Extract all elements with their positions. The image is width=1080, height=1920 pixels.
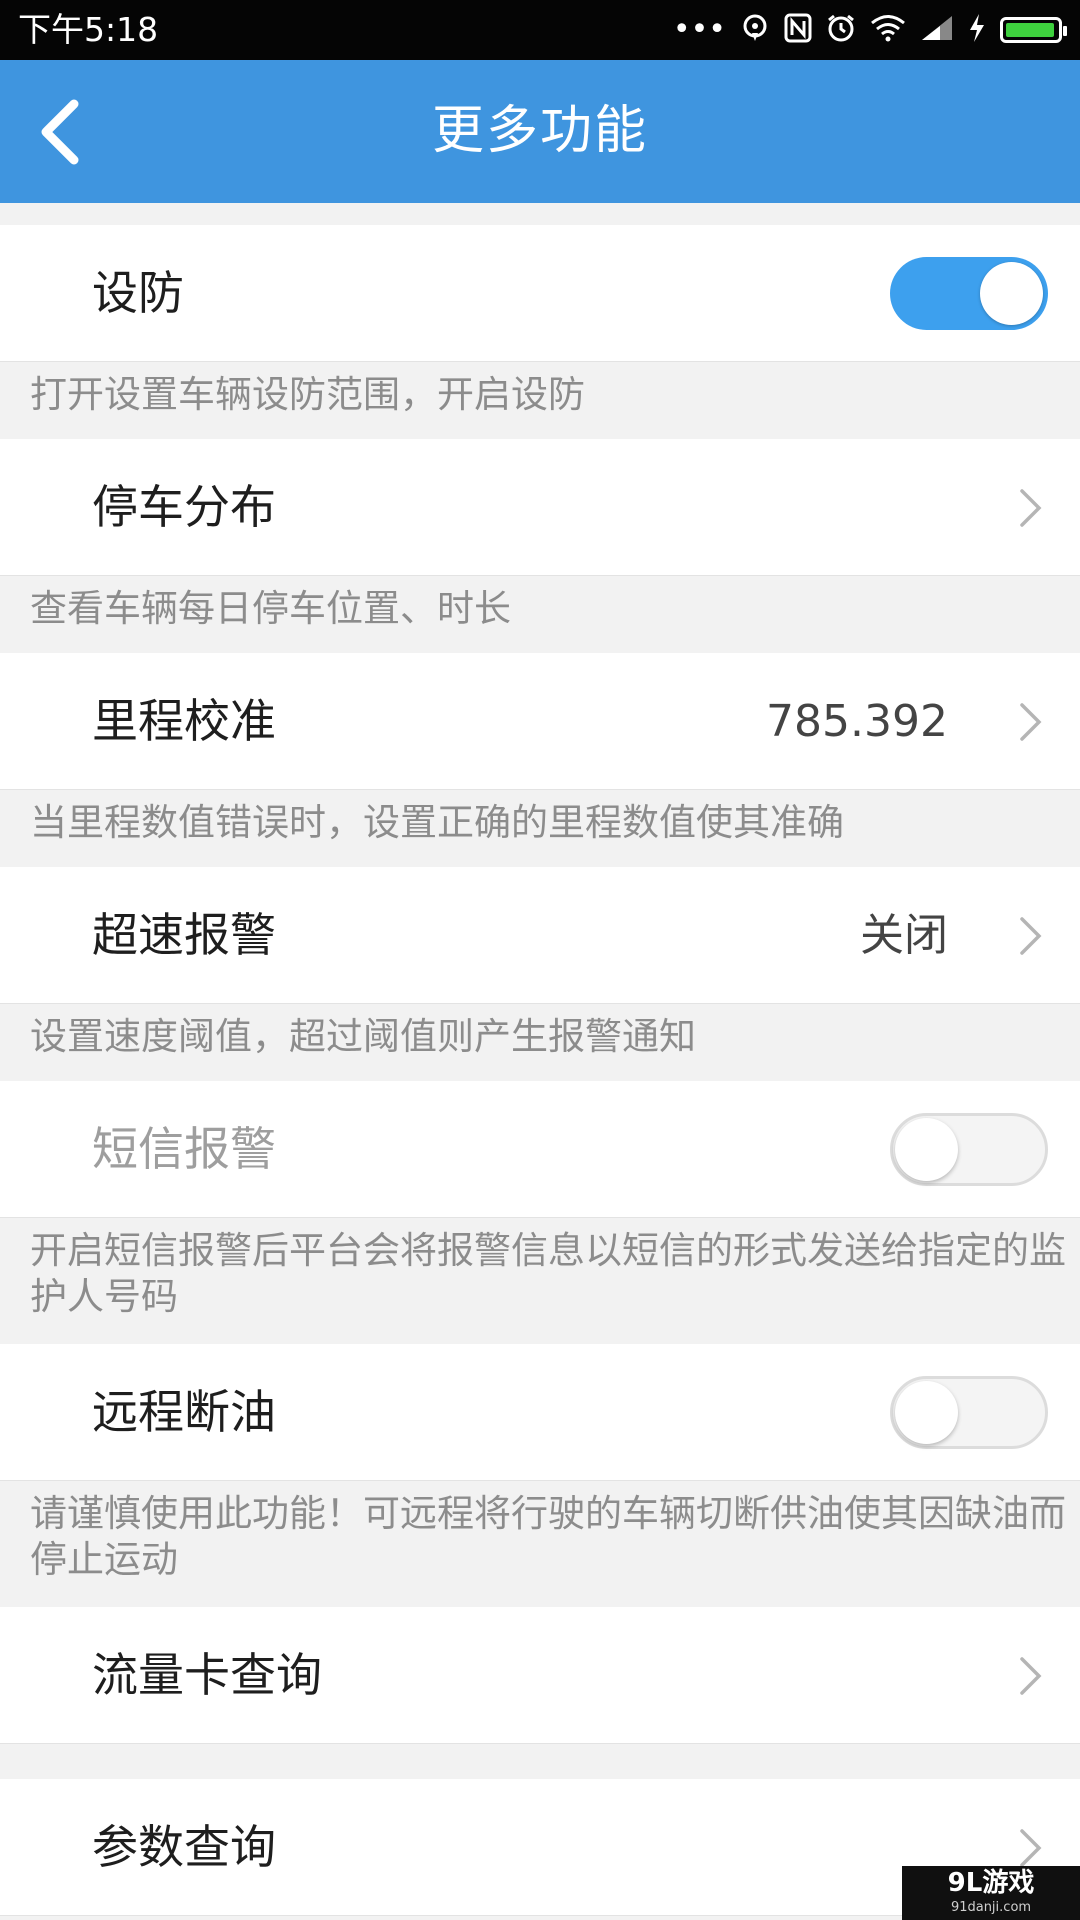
row-arming: 设防 — [0, 225, 1080, 362]
row-description: 查看车辆每日停车位置、时长 — [0, 576, 1080, 653]
row-label: 设防 — [92, 266, 184, 320]
row-overspeed[interactable]: 超速报警 关闭 — [0, 867, 1080, 1004]
row-description: 打开设置车辆设防范围，开启设防 — [0, 362, 1080, 439]
row-fuel-cut: 远程断油 — [0, 1344, 1080, 1481]
row-label: 短信报警 — [92, 1122, 276, 1176]
mileage-value: 785.392 — [766, 696, 948, 747]
sms-alarm-switch[interactable] — [890, 1113, 1048, 1186]
back-button[interactable] — [24, 90, 108, 174]
more-dots-icon: ••• — [672, 12, 726, 47]
screen: 下午5:18 ••• 更多功能 设防 打开设置车辆设防范围，开启设防 停车分布 … — [0, 0, 1080, 1920]
row-parking[interactable]: 停车分布 — [0, 439, 1080, 576]
fuel-cut-switch[interactable] — [890, 1376, 1048, 1449]
row-sms-alarm: 短信报警 — [0, 1081, 1080, 1218]
feature-list: 设防 打开设置车辆设防范围，开启设防 停车分布 查看车辆每日停车位置、时长 里程… — [0, 203, 1080, 1916]
arming-switch[interactable] — [890, 257, 1048, 330]
wifi-icon — [870, 14, 906, 46]
nfc-icon — [784, 13, 812, 47]
row-description: 当里程数值错误时，设置正确的里程数值使其准确 — [0, 790, 1080, 867]
hotspot-icon — [740, 13, 770, 47]
watermark-sub: 91danji.com — [950, 1900, 1032, 1915]
battery-icon — [1000, 17, 1067, 43]
signal-icon — [920, 14, 954, 46]
row-mileage[interactable]: 里程校准 785.392 — [0, 653, 1080, 790]
row-label: 超速报警 — [92, 908, 276, 962]
row-label: 流量卡查询 — [92, 1648, 322, 1702]
status-time: 下午5:18 — [18, 10, 159, 49]
row-description: 设置速度阈值，超过阈值则产生报警通知 — [0, 1004, 1080, 1081]
page-title: 更多功能 — [431, 101, 648, 161]
row-label: 停车分布 — [92, 480, 276, 534]
back-arrow-icon — [41, 99, 79, 165]
overspeed-value: 关闭 — [860, 910, 948, 961]
watermark-main: 9L游戏 — [947, 1868, 1035, 1898]
charging-icon — [968, 13, 986, 47]
alarm-icon — [826, 13, 856, 47]
row-label: 远程断油 — [92, 1385, 276, 1439]
chevron-right-icon — [1020, 1829, 1042, 1867]
row-label: 参数查询 — [92, 1820, 276, 1874]
row-description: 开启短信报警后平台会将报警信息以短信的形式发送给指定的监护人号码 — [0, 1218, 1080, 1344]
row-data-card[interactable]: 流量卡查询 — [0, 1607, 1080, 1744]
status-icons: ••• — [672, 10, 1067, 50]
chevron-right-icon — [1020, 917, 1042, 955]
chevron-right-icon — [1020, 489, 1042, 527]
row-label: 里程校准 — [92, 694, 276, 748]
app-bar: 更多功能 — [0, 60, 1080, 203]
status-bar: 下午5:18 ••• — [0, 0, 1080, 60]
chevron-right-icon — [1020, 703, 1042, 741]
row-description: 请谨慎使用此功能！可远程将行驶的车辆切断供油使其因缺油而停止运动 — [0, 1481, 1080, 1607]
site-watermark: 9L游戏 91danji.com — [902, 1866, 1080, 1920]
chevron-right-icon — [1020, 1657, 1042, 1695]
